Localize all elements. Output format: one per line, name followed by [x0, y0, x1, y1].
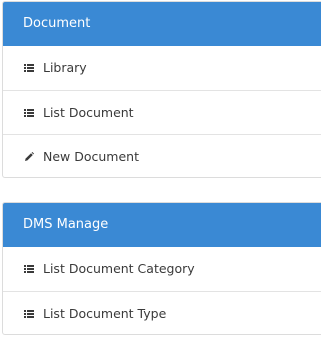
menu-item-label: Library: [43, 60, 87, 75]
dms-manage-panel: DMS Manage List Document Category List D…: [2, 202, 321, 335]
menu-item-list-document[interactable]: List Document: [3, 90, 321, 134]
menu-item-label: List Document Category: [43, 261, 195, 276]
menu-item-new-document[interactable]: New Document: [3, 134, 321, 178]
list-icon: [24, 264, 34, 274]
list-icon: [24, 309, 34, 319]
list-icon: [24, 108, 34, 118]
menu-item-list-document-type[interactable]: List Document Type: [3, 291, 321, 335]
dms-manage-panel-header: DMS Manage: [3, 203, 321, 247]
pencil-icon: [24, 151, 34, 162]
document-panel-header: Document: [3, 2, 321, 46]
menu-item-label: New Document: [43, 148, 139, 164]
menu-item-library[interactable]: Library: [3, 46, 321, 90]
document-panel: Document Library List Document New Docum…: [2, 1, 321, 178]
menu-item-label: List Document: [43, 104, 134, 120]
list-icon: [24, 63, 34, 73]
menu-item-label: List Document Type: [43, 305, 167, 321]
menu-item-list-document-category[interactable]: List Document Category: [3, 247, 321, 291]
